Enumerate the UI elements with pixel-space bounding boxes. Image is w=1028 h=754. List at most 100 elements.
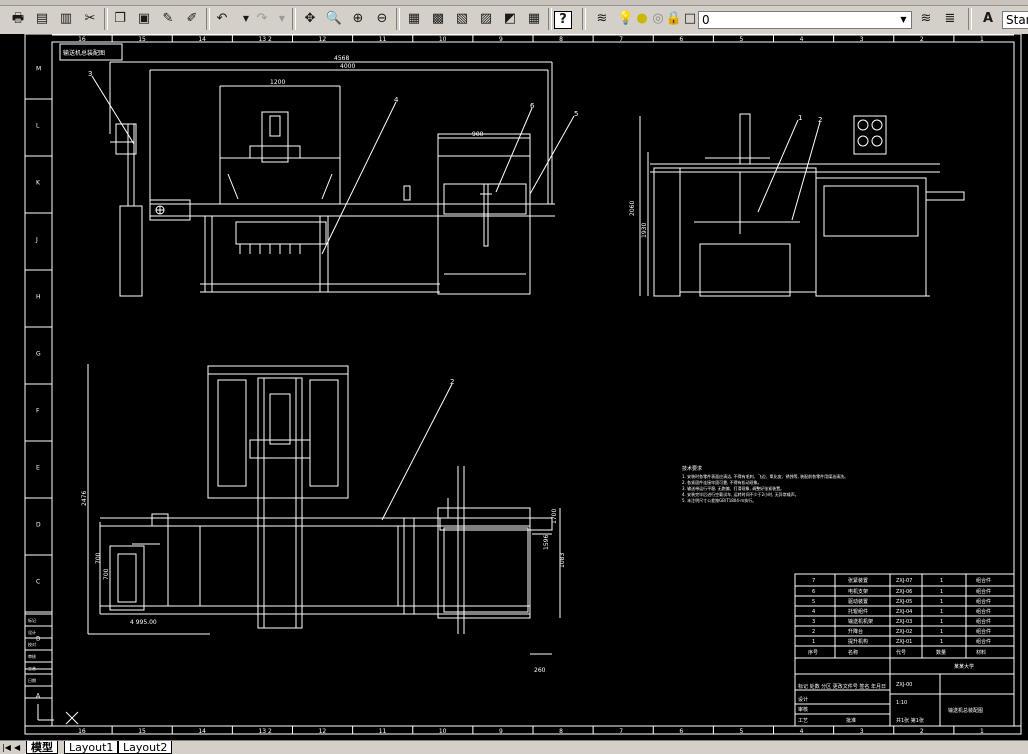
title-tag-text: 输送机总装配图 (63, 49, 105, 57)
drawing-canvas[interactable]: 16 16 15 15 14 14 13 2 13 2 12 12 11 11 10 10 9 9 8 8 7 7 6 6… (0, 34, 1028, 740)
svg-text:工艺: 工艺 (798, 718, 808, 724)
note-5: 5. 未注明尺寸公差按GB/T1804-m执行。 (682, 497, 756, 503)
svg-text:校对: 校对 (28, 641, 36, 647)
bottom-ruler-label: 2 (920, 728, 924, 735)
svg-text:1: 1 (940, 599, 943, 605)
paste-icon[interactable]: ▣ (134, 9, 154, 29)
left-ruler-label: K (36, 180, 41, 187)
svg-text:ZXJ-00: ZXJ-00 (896, 682, 912, 688)
bottom-ruler-label: 8 (559, 728, 563, 735)
cut-icon[interactable]: ✂ (80, 9, 100, 29)
dim-plan-small: 1596 (543, 535, 550, 550)
bottom-ruler-label: 7 (619, 728, 623, 735)
svg-text:1: 1 (940, 578, 943, 584)
top-ruler-label: 6 (679, 36, 683, 43)
publish-icon[interactable]: ▥ (56, 9, 76, 29)
left-ruler-label: H (36, 294, 41, 301)
zoom-previous-icon[interactable]: ⊖ (372, 9, 392, 29)
tab-first-icon[interactable]: |◀ (2, 742, 11, 753)
svg-text:材料: 材料 (976, 649, 986, 656)
make-current-icon[interactable]: ≋ (916, 9, 936, 29)
dim-plan-left: 700 (95, 552, 102, 564)
top-ruler-label: 12 (319, 36, 327, 43)
plot-icon[interactable]: ▤ (32, 9, 52, 29)
tab-layout2-label: Layout2 (123, 741, 168, 754)
balloon-leaders (91, 75, 821, 521)
bottom-ruler-label: 16 (78, 728, 86, 735)
plan-view-dimensions (87, 364, 561, 655)
svg-text:1:10: 1:10 (896, 700, 907, 706)
brush-icon[interactable]: ✐ (182, 9, 202, 29)
plan-view (100, 365, 553, 634)
svg-text:ZXJ-07: ZXJ-07 (896, 578, 912, 584)
help-icon[interactable]: ? (554, 11, 572, 29)
layer-manager-icon[interactable]: ≋ (592, 9, 612, 29)
front-view (110, 111, 555, 297)
separator (396, 8, 400, 30)
layer-dropdown[interactable]: 0 ▼ (698, 11, 912, 29)
left-ruler-labels: MLKJHGFEDCBA (35, 66, 41, 700)
svg-text:输送机机架: 输送机机架 (848, 618, 873, 625)
svg-text:ZXJ-06: ZXJ-06 (896, 589, 912, 595)
top-ruler-label: 4 (800, 36, 804, 43)
bottom-ruler-label: 15 (138, 728, 146, 735)
note-1: 1. 安装时各零件表面应清洁, 不得有毛刺、飞边、氧化皮、锈蚀等, 装配前各零件… (682, 473, 848, 479)
top-ruler-label: 9 (499, 36, 503, 43)
dim-side-height2: 1930 (641, 223, 648, 238)
svg-text:共1张 第1张: 共1张 第1张 (896, 717, 924, 724)
svg-text:审核: 审核 (28, 653, 36, 659)
layer-previous-icon[interactable]: ≣ (940, 9, 960, 29)
bottom-ruler-label: 9 (499, 728, 503, 735)
chevron-down-icon[interactable]: ▼ (897, 13, 910, 27)
text-style-icon[interactable]: A (978, 9, 998, 29)
top-ruler-label: 11 (379, 36, 387, 43)
tool-palettes-icon[interactable]: ▧ (452, 9, 472, 29)
svg-text:1: 1 (940, 629, 943, 635)
zoom-window-icon[interactable]: ⊕ (348, 9, 368, 29)
match-properties-icon[interactable]: ✎ (158, 9, 178, 29)
zoom-realtime-icon[interactable]: 🔍 (324, 9, 344, 29)
copy-icon[interactable]: ❐ (110, 9, 130, 29)
svg-text:ZXJ-04: ZXJ-04 (896, 609, 912, 615)
bottom-ruler-label: 3 (860, 728, 864, 735)
pan-icon[interactable]: ✥ (300, 9, 320, 29)
drawing-svg[interactable]: 16161515141413 213 212121111101099887766… (0, 34, 1028, 740)
svg-text:1: 1 (940, 639, 943, 645)
svg-text:序号: 序号 (808, 649, 818, 656)
left-ruler-label: F (36, 408, 40, 415)
dim-front-overall: 4568 (334, 55, 349, 62)
note-3: 3. 输送带运行平稳, 无跑偏、打滑现象, 调整好张紧装置。 (682, 485, 784, 491)
svg-text:审核: 审核 (798, 706, 808, 713)
separator (968, 8, 972, 30)
sheet-set-icon[interactable]: ▨ (476, 9, 496, 29)
layer-color-icon[interactable]: □ (680, 9, 700, 29)
dim-plan-bottom-left: 4 995.00 (130, 619, 157, 626)
markup-icon[interactable]: ◩ (500, 9, 520, 29)
left-ruler-label: D (36, 522, 41, 529)
svg-text:日期: 日期 (28, 677, 36, 683)
tab-model[interactable]: 模型 (26, 741, 58, 754)
svg-text:组合件: 组合件 (976, 577, 991, 584)
balloon-6: 6 (530, 102, 535, 110)
undo-icon[interactable]: ↶ (212, 9, 232, 29)
left-ruler-label: C (36, 579, 40, 586)
dim-plan-bottom: 260 (534, 667, 546, 674)
dim-plan-height: 2476 (81, 491, 88, 506)
dim-front-right: 900 (472, 131, 484, 138)
svg-text:名称: 名称 (848, 649, 858, 656)
tab-layout1[interactable]: Layout1 (64, 741, 119, 754)
svg-text:组合件: 组合件 (976, 618, 991, 625)
design-center-icon[interactable]: ▩ (428, 9, 448, 29)
calculator-icon[interactable]: ▦ (524, 9, 544, 29)
tab-prev-icon[interactable]: ◀ (14, 742, 20, 753)
text-style-dropdown[interactable]: Standard (1002, 11, 1028, 29)
separator (206, 8, 210, 30)
print-preview-icon[interactable]: 🖶 (8, 9, 28, 29)
redo-dropdown-icon[interactable]: ▼ (272, 9, 292, 29)
tab-layout2[interactable]: Layout2 (118, 741, 173, 754)
svg-text:ZXJ-02: ZXJ-02 (896, 629, 912, 635)
svg-text:组合件: 组合件 (976, 598, 991, 605)
properties-icon[interactable]: ▦ (404, 9, 424, 29)
redo-icon[interactable]: ↷ (252, 9, 272, 29)
note-2: 2. 各紧固件连接牢固可靠, 不得有松动现象。 (682, 479, 762, 485)
